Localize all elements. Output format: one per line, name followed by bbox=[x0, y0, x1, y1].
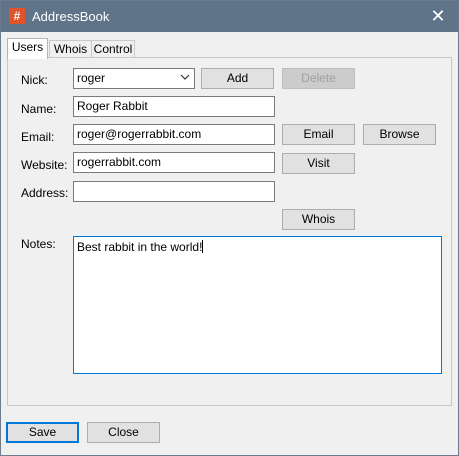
email-button[interactable]: Email bbox=[282, 124, 355, 145]
add-button[interactable]: Add bbox=[201, 68, 274, 89]
close-icon[interactable]: ✕ bbox=[418, 1, 458, 32]
nick-combobox[interactable]: roger bbox=[73, 68, 195, 89]
text-cursor bbox=[202, 240, 204, 253]
hash-icon: # bbox=[9, 8, 25, 24]
visit-button[interactable]: Visit bbox=[282, 153, 355, 174]
whois-button[interactable]: Whois bbox=[282, 209, 355, 230]
save-button[interactable]: Save bbox=[6, 422, 79, 443]
address-field[interactable] bbox=[73, 181, 275, 202]
website-label: Website: bbox=[21, 158, 68, 172]
email-label: Email: bbox=[21, 130, 55, 144]
delete-button[interactable]: Delete bbox=[282, 68, 355, 89]
notes-label: Notes: bbox=[21, 237, 56, 251]
nick-value: roger bbox=[77, 71, 106, 85]
title-bar[interactable]: # AddressBook ✕ bbox=[1, 1, 458, 32]
chevron-down-icon bbox=[180, 74, 190, 80]
name-field[interactable]: Roger Rabbit bbox=[73, 96, 275, 117]
window-title: AddressBook bbox=[32, 9, 110, 24]
nick-label: Nick: bbox=[21, 73, 48, 87]
tab-whois[interactable]: Whois bbox=[49, 40, 92, 58]
name-label: Name: bbox=[21, 102, 57, 116]
notes-textarea[interactable]: Best rabbit in the world! bbox=[73, 236, 442, 374]
tab-control[interactable]: Control bbox=[91, 40, 135, 58]
address-label: Address: bbox=[21, 186, 69, 200]
email-field[interactable]: roger@rogerrabbit.com bbox=[73, 124, 275, 145]
website-field[interactable]: rogerrabbit.com bbox=[73, 152, 275, 173]
addressbook-window: # AddressBook ✕ Users Whois Control Nick… bbox=[0, 0, 459, 456]
notes-text: Best rabbit in the world! bbox=[77, 240, 203, 254]
tab-users[interactable]: Users bbox=[7, 38, 48, 59]
browse-button[interactable]: Browse bbox=[363, 124, 436, 145]
close-button[interactable]: Close bbox=[87, 422, 160, 443]
